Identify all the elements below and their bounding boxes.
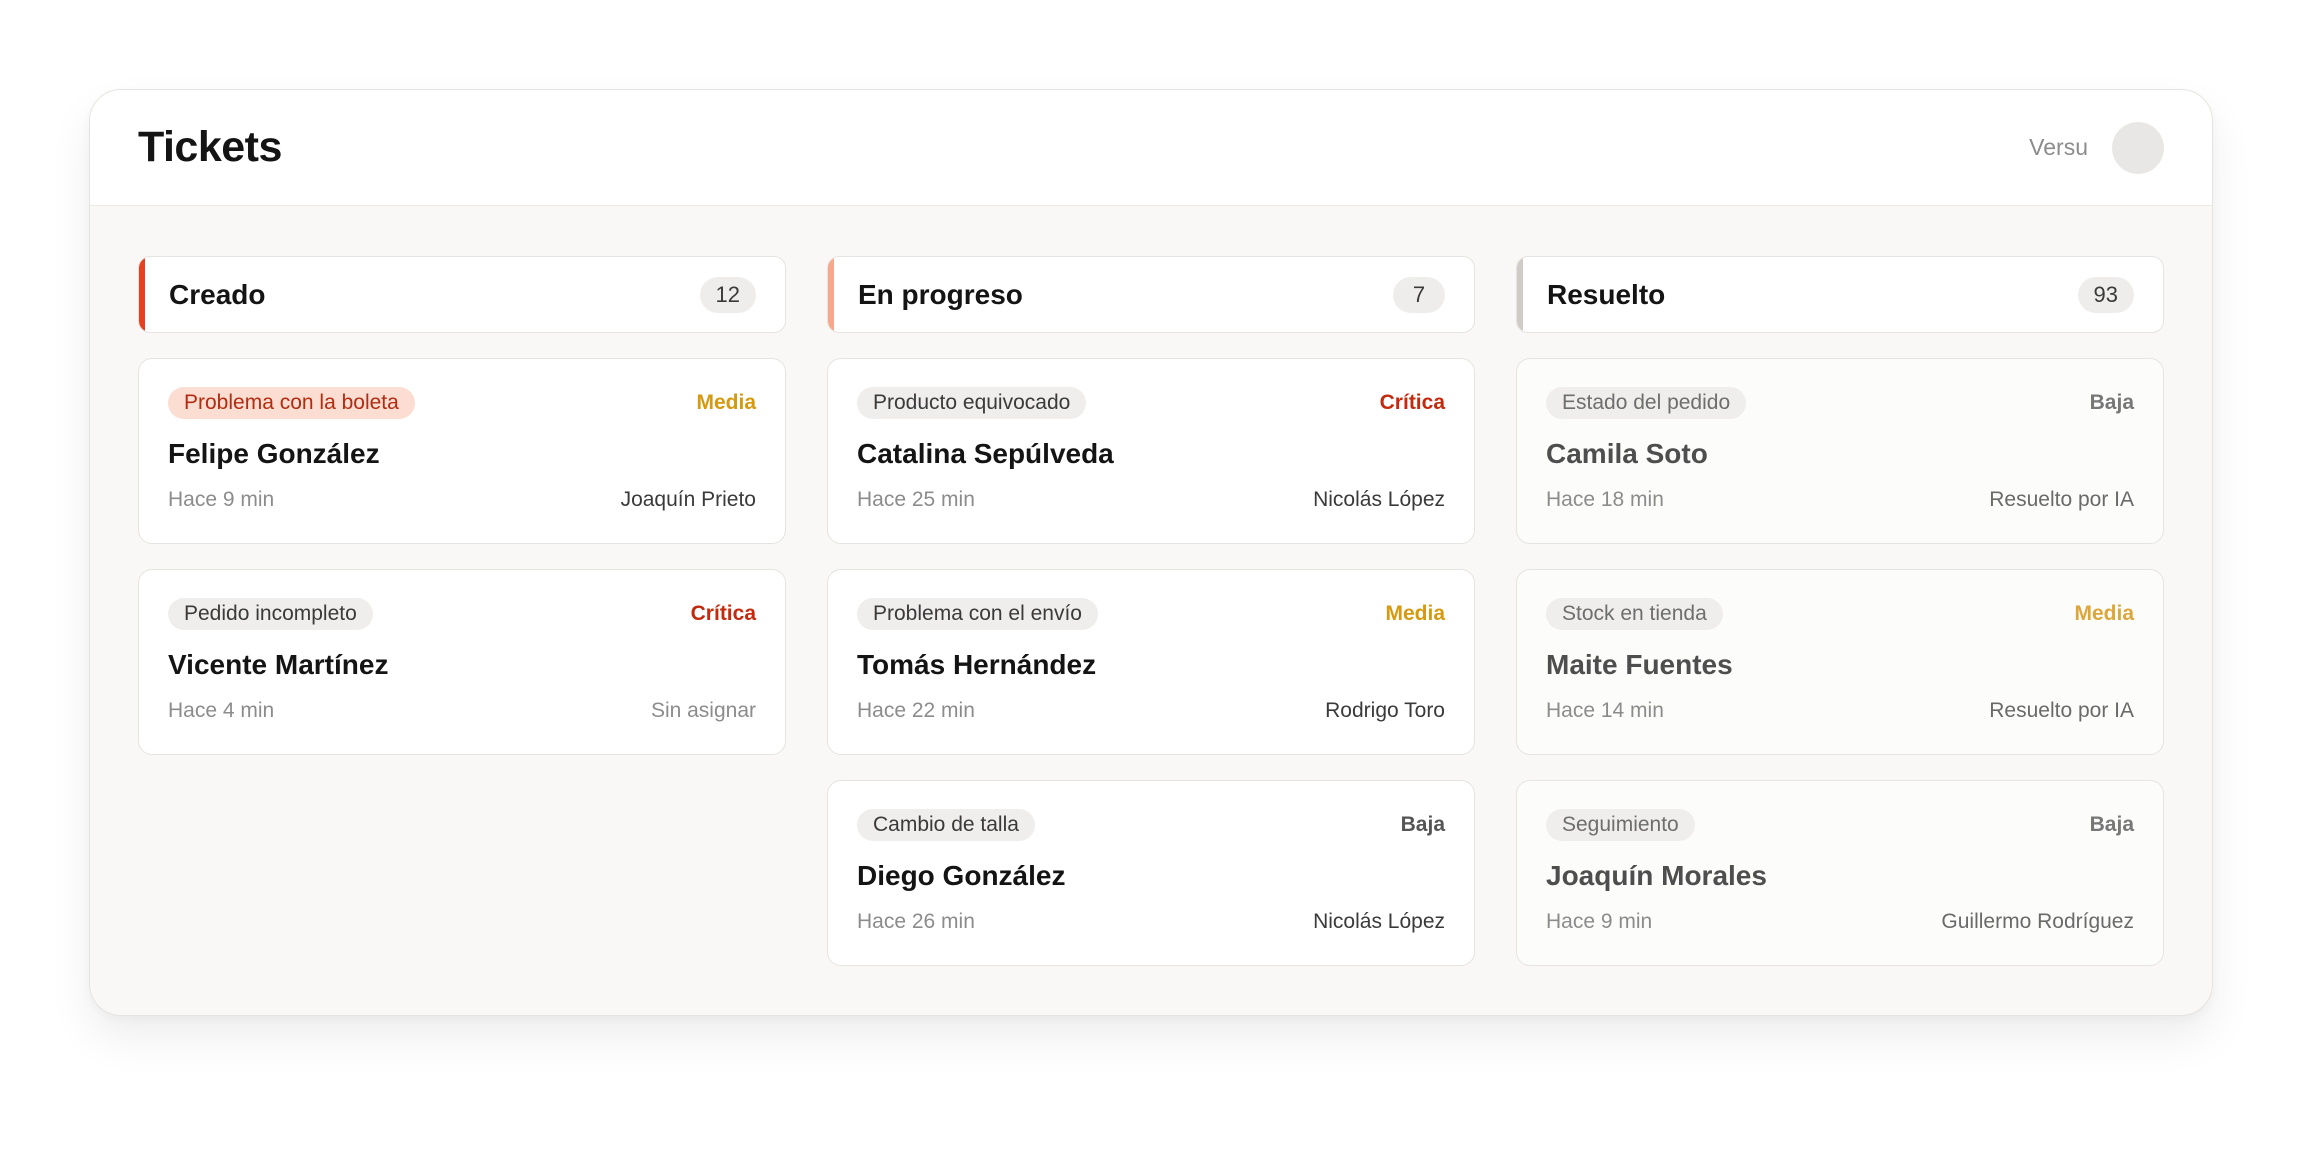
ticket-priority: Baja <box>1400 813 1445 836</box>
column-accent-bar <box>1517 257 1523 332</box>
ticket-card[interactable]: Producto equivocado Crítica Catalina Sep… <box>827 358 1475 544</box>
ticket-customer-name: Maite Fuentes <box>1546 649 1733 680</box>
ticket-customer-name: Camila Soto <box>1546 438 1708 469</box>
user-menu[interactable]: Versu <box>2029 121 2164 174</box>
ticket-priority: Baja <box>2089 813 2134 836</box>
ticket-assignee: Rodrigo Toro <box>1325 699 1445 722</box>
column-title: En progreso <box>858 278 1023 310</box>
ticket-priority: Crítica <box>1379 391 1445 414</box>
ticket-time: Hace 25 min <box>857 488 975 511</box>
ticket-time: Hace 18 min <box>1546 488 1664 511</box>
column-resolved: Resuelto 93 Estado del pedido Baja Camil… <box>1516 256 2164 966</box>
ticket-card[interactable]: Cambio de talla Baja Diego González Hace… <box>827 780 1475 966</box>
column-in-progress: En progreso 7 Producto equivocado Crític… <box>827 256 1475 966</box>
page-title: Tickets <box>138 123 282 171</box>
column-header-resolved[interactable]: Resuelto 93 <box>1516 256 2164 333</box>
column-created: Creado 12 Problema con la boleta Media F… <box>138 256 786 966</box>
ticket-customer-name: Joaquín Morales <box>1546 860 1767 891</box>
ticket-customer-name: Catalina Sepúlveda <box>857 438 1114 469</box>
ticket-assignee: Nicolás López <box>1313 488 1445 511</box>
column-header-created[interactable]: Creado 12 <box>138 256 786 333</box>
ticket-category-tag: Cambio de talla <box>857 809 1035 841</box>
ticket-assignee: Guillermo Rodríguez <box>1941 910 2134 933</box>
ticket-category-tag: Pedido incompleto <box>168 598 373 630</box>
ticket-priority: Media <box>2074 602 2134 625</box>
avatar[interactable] <box>2112 121 2164 174</box>
ticket-time: Hace 4 min <box>168 699 275 722</box>
ticket-time: Hace 22 min <box>857 699 975 722</box>
ticket-time: Hace 9 min <box>168 488 275 511</box>
column-accent-bar <box>828 257 834 332</box>
ticket-card[interactable]: Stock en tienda Media Maite Fuentes Hace… <box>1516 569 2164 755</box>
column-count-badge: 7 <box>1393 276 1445 313</box>
ticket-time: Hace 26 min <box>857 910 975 933</box>
ticket-category-tag: Estado del pedido <box>1546 387 1747 419</box>
ticket-priority: Media <box>1385 602 1445 625</box>
tickets-window: Tickets Versu Creado 12 Problema con la … <box>89 89 2213 1016</box>
column-header-in-progress[interactable]: En progreso 7 <box>827 256 1475 333</box>
ticket-assignee: Resuelto por IA <box>1989 699 2134 722</box>
ticket-card[interactable]: Estado del pedido Baja Camila Soto Hace … <box>1516 358 2164 544</box>
ticket-customer-name: Vicente Martínez <box>168 649 389 680</box>
ticket-priority: Baja <box>2089 391 2134 414</box>
column-title: Resuelto <box>1547 278 1666 310</box>
ticket-customer-name: Diego González <box>857 860 1066 891</box>
column-title: Creado <box>169 278 266 310</box>
ticket-category-tag: Producto equivocado <box>857 387 1087 419</box>
ticket-priority: Media <box>696 391 756 414</box>
ticket-assignee: Resuelto por IA <box>1989 488 2134 511</box>
ticket-assignee: Joaquín Prieto <box>620 488 756 511</box>
kanban-board: Creado 12 Problema con la boleta Media F… <box>138 256 2164 966</box>
column-count-badge: 93 <box>2077 276 2134 313</box>
ticket-customer-name: Felipe González <box>168 438 380 469</box>
column-accent-bar <box>139 257 145 332</box>
user-name: Versu <box>2029 134 2088 160</box>
ticket-category-tag: Seguimiento <box>1546 809 1695 841</box>
ticket-time: Hace 14 min <box>1546 699 1664 722</box>
ticket-customer-name: Tomás Hernández <box>857 649 1097 680</box>
ticket-card[interactable]: Problema con la boleta Media Felipe Gonz… <box>138 358 786 544</box>
ticket-time: Hace 9 min <box>1546 910 1653 933</box>
ticket-category-tag: Problema con el envío <box>857 598 1098 630</box>
ticket-assignee: Sin asignar <box>650 699 756 722</box>
ticket-assignee: Nicolás López <box>1313 910 1445 933</box>
ticket-category-tag: Problema con la boleta <box>168 387 415 419</box>
ticket-card[interactable]: Pedido incompleto Crítica Vicente Martín… <box>138 569 786 755</box>
column-count-badge: 12 <box>699 276 756 313</box>
ticket-card[interactable]: Seguimiento Baja Joaquín Morales Hace 9 … <box>1516 780 2164 966</box>
top-bar: Tickets Versu <box>90 90 2212 206</box>
ticket-category-tag: Stock en tienda <box>1546 598 1723 630</box>
ticket-priority: Crítica <box>690 602 756 625</box>
ticket-card[interactable]: Problema con el envío Media Tomás Hernán… <box>827 569 1475 755</box>
